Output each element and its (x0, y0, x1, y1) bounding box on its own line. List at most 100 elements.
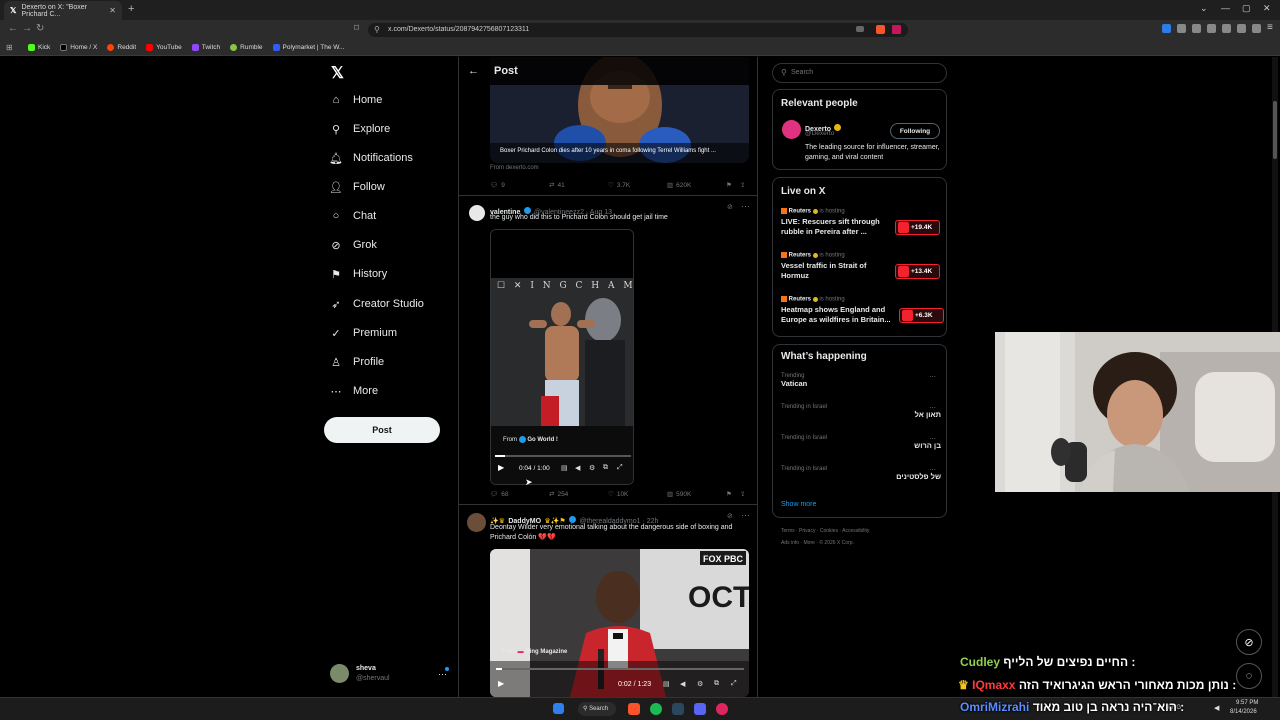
nav-profile[interactable]: ♙ Profile (330, 356, 384, 369)
new-tab-icon[interactable]: + (128, 3, 134, 15)
nav-home[interactable]: ⌂ Home (330, 94, 383, 106)
nav-history[interactable]: ⚑ History (330, 268, 387, 281)
nav-notifications[interactable]: 🔔︎ Notifications (329, 152, 413, 165)
avatar[interactable] (469, 205, 485, 221)
nav-more[interactable]: ⋯ More (330, 385, 379, 398)
browser-tab[interactable]: 𝕏 Dexerto on X: "Boxer Prichard C... ✕ (4, 1, 122, 20)
fullscreen-icon[interactable]: ⤢ (731, 680, 737, 688)
more-icon[interactable]: ⋯ (929, 373, 936, 381)
repost-button[interactable]: ⇄ 254 (549, 490, 568, 499)
like-button[interactable]: ♡ 3.7K (608, 181, 630, 190)
bookmark-twitch[interactable]: Twitch (191, 44, 220, 51)
video-player[interactable]: OCT 1 FOX PBC From ▬ Ring Magazine ▶ 0:0… (490, 549, 749, 697)
taskbar-search[interactable]: ⚲ Search (578, 702, 616, 716)
share-button[interactable]: ⇪ (740, 490, 745, 498)
apps-icon[interactable]: ⊞ (6, 43, 13, 52)
video-player[interactable]: ☐ ✕ I N G C H A M P I From Go World ! ▶ … (490, 229, 634, 485)
bookmark-youtube[interactable]: YouTube (146, 44, 182, 51)
captions-icon[interactable]: ▤ (663, 680, 670, 688)
bookmark-polymarket[interactable]: Polymarket | The W... (272, 44, 344, 51)
bookmark-button[interactable]: ⚑ (726, 181, 732, 189)
footer-links[interactable]: Ads info · More · © 2026 X Corp. (781, 540, 854, 546)
grok-icon[interactable]: ⊘ (727, 203, 733, 211)
play-icon[interactable]: ▶ (498, 463, 504, 472)
grok-icon[interactable]: ⊘ (727, 512, 733, 520)
bookmark-reddit[interactable]: Reddit (107, 44, 136, 51)
bookmark-kick[interactable]: Kick (28, 44, 50, 51)
trend-item[interactable]: Trending in Israel בן הרוש ⋯ (781, 435, 941, 461)
volume-icon[interactable]: ◀ (575, 464, 580, 472)
close-tab-icon[interactable]: ✕ (109, 6, 116, 15)
url-input[interactable]: ⚲ x.com/Dexerto/status/20879427568071233… (368, 23, 908, 37)
bookmark-page-icon[interactable]: ⌑ (354, 23, 359, 34)
reply-button[interactable]: 💬︎ 68 (490, 490, 509, 499)
reload-icon[interactable]: ↻ (36, 23, 44, 34)
captions-icon[interactable]: ▤ (561, 464, 568, 472)
brave-browser-icon[interactable] (628, 703, 640, 715)
settings-icon[interactable]: ⚙ (697, 680, 703, 688)
menu-icon[interactable]: ≡ (1267, 22, 1273, 33)
live-item[interactable]: Reuters is hosting Heatmap shows England… (781, 296, 944, 334)
nav-chat[interactable]: ○ Chat (330, 210, 377, 222)
nav-premium[interactable]: ✓ Premium (330, 327, 397, 340)
fullscreen-icon[interactable]: ⤢ (617, 464, 623, 472)
following-button[interactable]: Following (890, 123, 940, 139)
like-button[interactable]: ♡ 10K (608, 490, 628, 499)
bookmark-button[interactable]: ⚑ (726, 490, 732, 498)
play-icon[interactable]: ▶ (498, 679, 504, 688)
more-icon[interactable]: ⋯ (929, 404, 936, 412)
show-more-link[interactable]: Show more (781, 501, 816, 508)
steam-icon[interactable] (672, 703, 684, 715)
bookmark-x[interactable]: Home / X (60, 44, 97, 51)
share-button[interactable]: ⇪ (740, 181, 745, 189)
volume-icon[interactable]: ◀ (680, 680, 685, 688)
nav-explore[interactable]: ⚲ Explore (330, 123, 390, 136)
extension-icon[interactable] (1162, 24, 1171, 33)
settings-icon[interactable]: ⚙ (589, 464, 595, 472)
avatar[interactable] (782, 120, 801, 139)
nav-follow[interactable]: 👤︎ Follow (329, 181, 385, 194)
volume-icon[interactable]: ◀ (1214, 704, 1219, 712)
site-info-icon[interactable]: ⚲ (374, 25, 380, 34)
brave-shield-icon[interactable] (876, 25, 885, 34)
clock-date[interactable]: 8/14/2026 (1230, 709, 1257, 715)
app-icon[interactable] (716, 703, 728, 715)
cast-icon[interactable] (856, 26, 864, 32)
extensions-icon[interactable] (1237, 24, 1246, 33)
x-logo-icon[interactable]: 𝕏 (331, 63, 344, 83)
trend-item[interactable]: Trending Vatican ⋯ (781, 373, 941, 399)
sidebar-icon[interactable] (1207, 24, 1216, 33)
extension-icon[interactable] (1177, 24, 1186, 33)
live-item[interactable]: Reuters is hosting Vessel traffic in Str… (781, 252, 941, 290)
more-icon[interactable]: ⋯ (741, 201, 750, 212)
live-item[interactable]: Reuters is hosting LIVE: Rescuers sift t… (781, 208, 941, 246)
repost-button[interactable]: ⇄ 41 (549, 181, 565, 190)
messages-float-button[interactable]: ◌ (1236, 663, 1262, 689)
post-button[interactable]: Post (324, 417, 440, 443)
wallet-icon[interactable] (1222, 24, 1231, 33)
discord-icon[interactable] (694, 703, 706, 715)
spotify-icon[interactable] (650, 703, 662, 715)
trend-item[interactable]: Trending in Israel של פלסטינים ⋯ (781, 466, 941, 492)
back-icon[interactable]: ← (8, 23, 18, 34)
forward-icon[interactable]: → (22, 23, 32, 34)
more-icon[interactable]: ⋯ (929, 466, 936, 474)
more-icon[interactable]: ⋯ (929, 435, 936, 443)
back-arrow-icon[interactable]: ← (468, 65, 479, 77)
music-icon[interactable] (1192, 24, 1201, 33)
start-menu-icon[interactable] (553, 703, 564, 714)
search-input[interactable]: ⚲ Search (772, 63, 947, 83)
grok-float-button[interactable]: ⊘ (1236, 629, 1262, 655)
clock-time[interactable]: 9:57 PM (1236, 700, 1258, 706)
vpn-icon[interactable] (1252, 24, 1261, 33)
views-button[interactable]: ▥ 590K (667, 490, 691, 499)
tab-search-icon[interactable]: ⌄ (1200, 3, 1208, 14)
more-icon[interactable]: ⋯ (741, 510, 750, 521)
nav-grok[interactable]: ⊘ Grok (330, 239, 376, 252)
views-button[interactable]: ▥ 620K (667, 181, 691, 190)
nav-creator-studio[interactable]: ➶ Creator Studio (330, 298, 424, 311)
minimize-icon[interactable]: — (1221, 3, 1230, 13)
reply-button[interactable]: 💬︎ 9 (490, 181, 505, 190)
footer-links[interactable]: Terms · Privacy · Cookies · Accessibilit… (781, 528, 869, 534)
pip-icon[interactable]: ⧉ (714, 680, 719, 688)
